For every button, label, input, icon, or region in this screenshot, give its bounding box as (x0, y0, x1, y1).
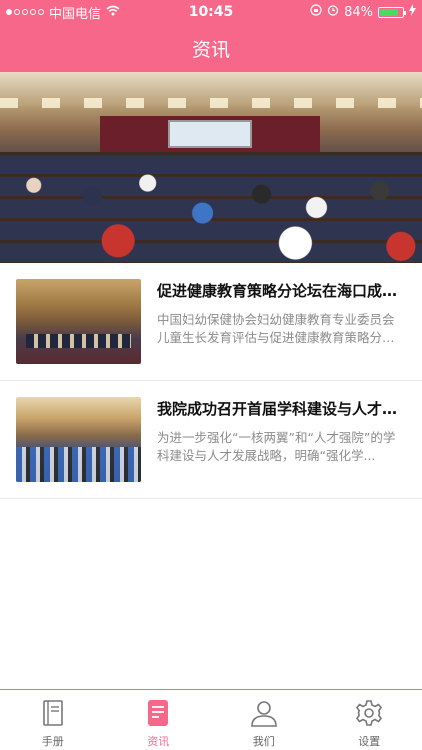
clock: 10:45 (188, 4, 234, 20)
tab-bar: 手册 资讯 我们 设置 (0, 689, 422, 750)
wifi-icon (106, 5, 120, 20)
tab-handbook[interactable]: 手册 (0, 690, 106, 750)
tab-news[interactable]: 资讯 (106, 690, 212, 750)
alarm-icon (327, 4, 339, 20)
status-bar: 中国电信 10:45 84% (0, 0, 422, 24)
news-thumbnail (16, 279, 141, 364)
tab-settings[interactable]: 设置 (317, 690, 422, 750)
battery-percent: 84% (344, 4, 373, 20)
tab-label: 手册 (41, 735, 64, 748)
tab-about-us[interactable]: 我们 (211, 690, 317, 750)
banner-carousel[interactable] (0, 72, 422, 263)
tab-label: 我们 (252, 735, 275, 748)
news-thumbnail (16, 397, 141, 482)
page-title: 资讯 (191, 38, 230, 61)
lock-rotation-icon (310, 4, 322, 20)
tab-label: 资讯 (147, 735, 170, 748)
battery-icon (378, 6, 406, 18)
news-title: 我院成功召开首届学科建设与人才工... (157, 400, 406, 418)
signal-icon (6, 9, 44, 15)
person-icon (250, 701, 277, 727)
gear-icon (356, 700, 383, 726)
book-icon (42, 700, 63, 726)
nav-bar: 资讯 (0, 24, 422, 72)
tab-label: 设置 (358, 735, 381, 748)
carrier-label: 中国电信 (49, 6, 102, 22)
news-icon (148, 700, 169, 726)
news-list: 促进健康教育策略分论坛在海口成功... 中国妇幼保健协会妇幼健康教育专业委员会儿… (0, 263, 422, 499)
news-summary: 中国妇幼保健协会妇幼健康教育专业委员会儿童生长发育评估与促进健康教育策略分论..… (157, 312, 395, 345)
charging-icon (409, 4, 416, 20)
list-item[interactable]: 促进健康教育策略分论坛在海口成功... 中国妇幼保健协会妇幼健康教育专业委员会儿… (0, 263, 422, 381)
list-item[interactable]: 我院成功召开首届学科建设与人才工... 为进一步强化“一核两翼”和“人才强院”的… (0, 381, 422, 499)
news-summary: 为进一步强化“一核两翼”和“人才强院”的学科建设与人才发展战略，明确“强化学..… (157, 430, 396, 463)
news-title: 促进健康教育策略分论坛在海口成功... (157, 282, 406, 300)
